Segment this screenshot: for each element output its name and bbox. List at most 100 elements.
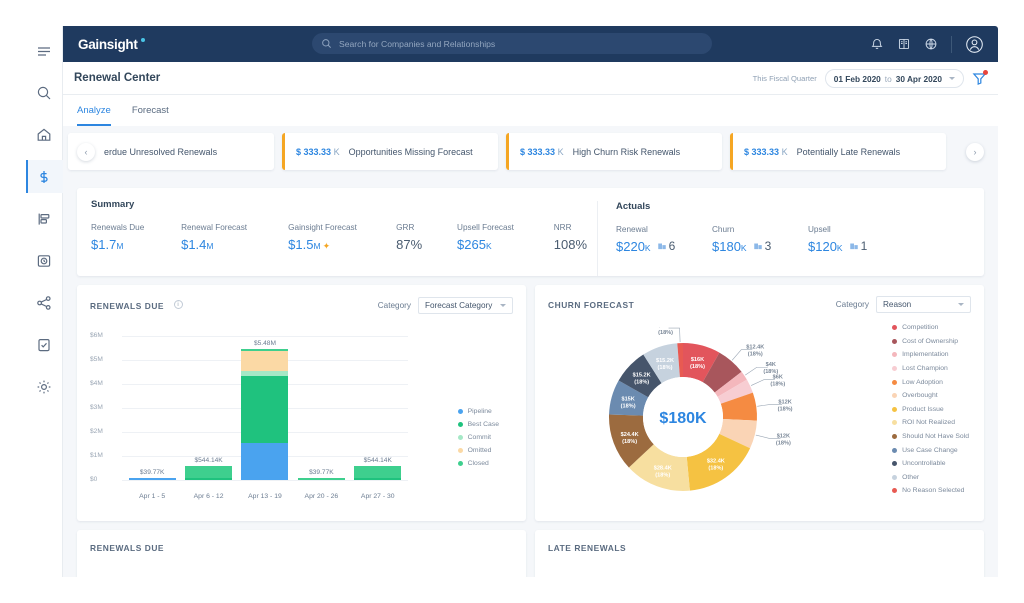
slice-value-label: $12K xyxy=(777,433,790,439)
metric-grr: GRR 87% xyxy=(396,223,447,252)
bar-group[interactable]: $544.14K xyxy=(184,457,234,480)
kpi-card-list: erdue Unresolved Renewals $ 333.33 K Opp… xyxy=(90,133,984,170)
search-icon xyxy=(321,38,332,49)
legend-item[interactable]: No Reason Selected xyxy=(892,484,969,498)
bar-group[interactable]: $5.48M xyxy=(240,340,290,480)
bar-total-label: $544.14K xyxy=(194,457,222,464)
carousel-prev-button[interactable]: ‹ xyxy=(77,143,95,161)
legend-item[interactable]: Competition xyxy=(892,321,969,335)
sidebar-item-surveys[interactable] xyxy=(26,328,63,361)
chart-row: RENEWALS DUE i Category Forecast Categor… xyxy=(77,285,984,521)
legend-item[interactable]: Cost of Ownership xyxy=(892,335,969,349)
x-axis-tick: Apr 6 - 12 xyxy=(184,493,234,500)
legend-item[interactable]: Overbought xyxy=(892,389,969,403)
metric-label: Upsell xyxy=(808,225,867,234)
help-icon[interactable] xyxy=(924,37,938,51)
building-icon xyxy=(657,241,667,251)
legend-item[interactable]: Uncontrollable xyxy=(892,457,969,471)
chart-title: CHURN FORECAST xyxy=(548,300,634,310)
legend-item[interactable]: Closed xyxy=(458,460,499,467)
legend-item[interactable]: Best Case xyxy=(458,421,499,428)
actuals-metrics: Renewal $220K6 Churn $180K3 Upsell $120K… xyxy=(616,225,984,254)
legend-label: Implementation xyxy=(902,351,948,358)
avatar[interactable] xyxy=(965,35,984,54)
stacked-bar xyxy=(241,349,288,480)
metric-renewal-forecast: Renewal Forecast $1.4M xyxy=(181,223,278,252)
sidebar-item-cockpit[interactable] xyxy=(26,244,63,277)
y-axis-tick: $5M xyxy=(90,356,103,363)
search-icon[interactable] xyxy=(26,76,63,109)
metric-value: $1.5M✦ xyxy=(288,237,386,252)
kpi-card-potentially-late[interactable]: $ 333.33 K Potentially Late Renewals xyxy=(730,133,946,170)
legend-item[interactable]: Omitted xyxy=(458,447,499,454)
gainsight-logo[interactable]: Gainsight xyxy=(78,37,138,52)
slice-value-label: $2.4K xyxy=(658,327,673,329)
sidebar-item-settings[interactable] xyxy=(26,370,63,403)
bar-chart: $0$1M$2M$3M$4M$5M$6M $39.77K$544.14K$5.4… xyxy=(90,328,513,503)
bell-icon[interactable] xyxy=(870,37,884,51)
legend-label: Should Not Have Sold xyxy=(902,433,969,440)
brand-name: Gainsight xyxy=(78,37,138,52)
carousel-next-button[interactable]: › xyxy=(966,143,984,161)
sidebar-item-timeline[interactable] xyxy=(26,202,63,235)
sidebar-item-share[interactable] xyxy=(26,286,63,319)
legend-item[interactable]: Low Adoption xyxy=(892,375,969,389)
metric-label: Renewal Forecast xyxy=(181,223,278,232)
actuals-section: Actuals Renewal $220K6 Churn $180K3 Upse… xyxy=(597,201,984,276)
legend-item[interactable]: Implementation xyxy=(892,348,969,362)
kpi-carousel: ‹ erdue Unresolved Renewals $ 333.33 K O… xyxy=(63,133,998,181)
metric-gainsight-forecast: Gainsight Forecast $1.5M✦ xyxy=(288,223,386,252)
kpi-card-overdue-unresolved[interactable]: erdue Unresolved Renewals xyxy=(68,133,274,170)
legend-swatch xyxy=(458,422,463,427)
metric-value: $120K1 xyxy=(808,239,867,254)
chevron-down-icon xyxy=(500,304,506,307)
building-icon xyxy=(849,241,859,251)
bar-group[interactable]: $544.14K xyxy=(353,457,403,480)
slice-percent-label: (18%) xyxy=(748,352,763,358)
summary-title: Summary xyxy=(91,199,597,210)
legend-label: Product Issue xyxy=(902,406,944,413)
legend-swatch xyxy=(458,409,463,414)
bar-segment-best-case xyxy=(354,478,401,480)
chevron-down-icon xyxy=(949,77,955,80)
sidebar-item-home[interactable] xyxy=(26,118,63,151)
sidebar-item-renewal-center[interactable] xyxy=(26,160,63,193)
global-search-input[interactable]: Search for Companies and Relationships xyxy=(312,33,712,54)
date-range-selector[interactable]: 01 Feb 2020 to 30 Apr 2020 xyxy=(825,69,964,88)
kpi-card-high-churn-risk[interactable]: $ 333.33 K High Churn Risk Renewals xyxy=(506,133,722,170)
metric-value: $1.7M xyxy=(91,237,171,252)
category-select[interactable]: Reason xyxy=(876,296,971,313)
legend-item[interactable]: Should Not Have Sold xyxy=(892,430,969,444)
metric-label: Gainsight Forecast xyxy=(288,223,386,232)
legend-item[interactable]: Lost Champion xyxy=(892,362,969,376)
x-axis-tick: Apr 1 - 5 xyxy=(127,493,177,500)
slice-value-label: $15K xyxy=(621,397,634,403)
legend-item[interactable]: ROI Not Realized xyxy=(892,416,969,430)
legend-item[interactable]: Other xyxy=(892,471,969,485)
kpi-label: erdue Unresolved Renewals xyxy=(104,147,217,157)
tab-analyze[interactable]: Analyze xyxy=(77,105,111,126)
category-select[interactable]: Forecast Category xyxy=(418,297,513,314)
bar-group[interactable]: $39.77K xyxy=(296,469,346,480)
chart-header: RENEWALS DUE i Category Forecast Categor… xyxy=(90,296,513,314)
left-nav-rail xyxy=(26,26,63,577)
stacked-bar xyxy=(129,478,176,480)
bar-group[interactable]: $39.77K xyxy=(127,469,177,480)
metric-upsell-forecast: Upsell Forecast $265K xyxy=(457,223,544,252)
legend-swatch xyxy=(892,420,897,425)
date-to: 30 Apr 2020 xyxy=(896,74,942,84)
legend-item[interactable]: Use Case Change xyxy=(892,443,969,457)
book-icon[interactable] xyxy=(897,37,911,51)
filter-button[interactable] xyxy=(972,71,987,86)
legend-item[interactable]: Product Issue xyxy=(892,403,969,417)
metric-label: Upsell Forecast xyxy=(457,223,544,232)
legend-item[interactable]: Commit xyxy=(458,434,499,441)
kpi-card-opportunities-missing-forecast[interactable]: $ 333.33 K Opportunities Missing Forecas… xyxy=(282,133,498,170)
legend-item[interactable]: Pipeline xyxy=(458,408,499,415)
hamburger-menu-icon[interactable] xyxy=(26,34,63,67)
bar-segment-pipeline xyxy=(241,443,288,480)
tab-forecast[interactable]: Forecast xyxy=(132,105,169,126)
bar-segment-closed xyxy=(185,466,232,478)
info-icon[interactable]: i xyxy=(174,300,183,309)
metric-value: $220K6 xyxy=(616,239,702,254)
